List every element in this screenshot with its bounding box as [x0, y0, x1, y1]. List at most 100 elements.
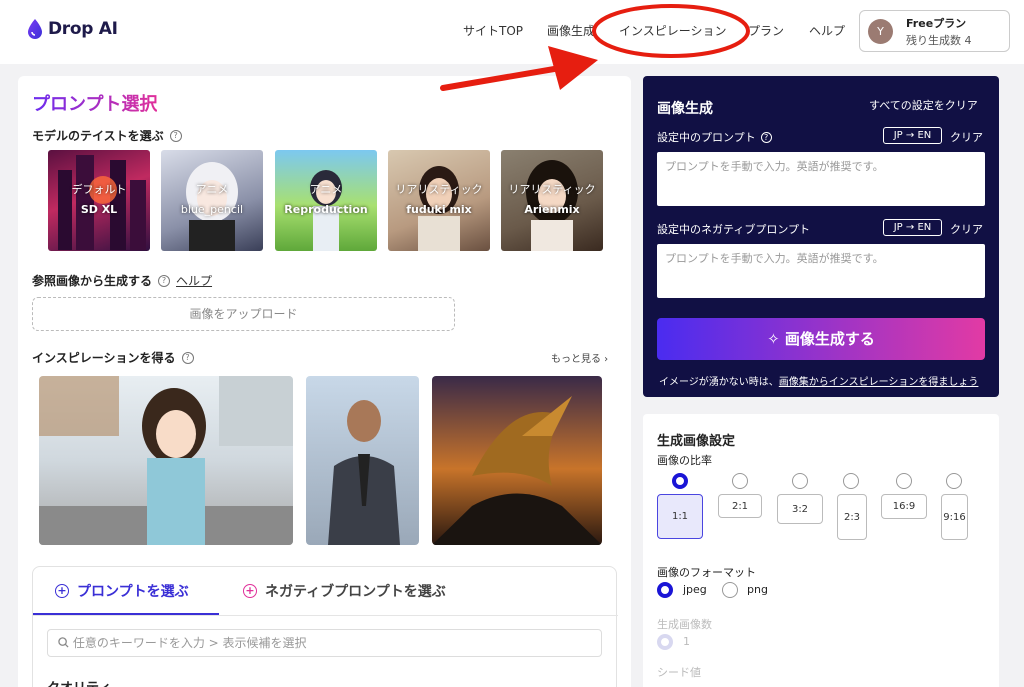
prompt-search-input[interactable]: 任意のキーワードを入力 > 表示候補を選択	[47, 629, 602, 657]
inspiration-image-dragon[interactable]	[432, 376, 602, 545]
nav-inspiration[interactable]: インスピレーション	[619, 22, 727, 39]
tab-select-negative-prompt[interactable]: + ネガティブプロンプトを選ぶ	[243, 581, 446, 601]
generate-title: 画像生成	[657, 101, 713, 117]
image-settings-panel: 生成画像設定 画像の比率 1:1 2:1 3:2 2:3 16:9 9:16 画…	[643, 414, 999, 687]
top-header: Drop AI サイトTOP 画像生成 インスピレーション プラン ヘルプ Y …	[0, 0, 1024, 64]
model-card-fuduki-mix[interactable]: リアリスティック fuduki mix	[388, 150, 490, 251]
active-tab-indicator	[33, 613, 219, 615]
model-category: アニメ	[195, 183, 229, 196]
negative-prompt-textarea[interactable]: プロンプトを手動で入力。英語が推奨です。	[657, 244, 985, 298]
negative-placeholder: プロンプトを手動で入力。英語が推奨です。	[665, 252, 884, 265]
ratio-option-9-16[interactable]: 9:16	[941, 494, 968, 540]
plus-circle-icon: +	[55, 584, 69, 598]
kitchen-scene-icon	[39, 376, 293, 545]
inspiration-image-businessman[interactable]	[306, 376, 419, 545]
format-radio-jpeg[interactable]	[657, 582, 673, 598]
ratio-option-16-9[interactable]: 16:9	[881, 494, 927, 519]
tab-select-prompt[interactable]: + プロンプトを選ぶ	[55, 581, 189, 601]
inspiration-image-kitchen[interactable]	[39, 376, 293, 545]
image-count-radio[interactable]	[657, 634, 673, 650]
nav-help[interactable]: ヘルプ	[809, 22, 845, 39]
dragon-scene-icon	[432, 396, 602, 545]
format-jpeg-label[interactable]: jpeg	[683, 583, 707, 596]
remaining-count: 残り生成数 4	[906, 34, 972, 47]
generate-image-button[interactable]: ✧ 画像生成する	[657, 318, 985, 360]
model-category: デフォルト	[71, 183, 127, 196]
drop-logo-icon	[28, 19, 42, 39]
tab-label: プロンプトを選ぶ	[77, 584, 189, 600]
nav-plan[interactable]: プラン	[748, 22, 784, 39]
help-icon[interactable]: ?	[158, 274, 171, 287]
reference-section-label: 参照画像から生成する	[32, 274, 153, 288]
format-label: 画像のフォーマット	[657, 566, 756, 579]
model-name: Reproduction	[284, 203, 368, 216]
drop-ai-logo[interactable]: Drop AI	[26, 18, 118, 40]
ratio-radio-16-9[interactable]	[896, 473, 912, 489]
settings-title: 生成画像設定	[657, 434, 736, 449]
model-category: リアリスティック	[508, 183, 596, 196]
translate-prompt-button[interactable]: JP → EN	[883, 127, 942, 144]
negative-label-text: 設定中のネガティブプロンプト	[657, 223, 811, 236]
help-link[interactable]: ヘルプ	[176, 272, 212, 289]
ratio-radio-9-16[interactable]	[946, 473, 962, 489]
model-name: SD XL	[80, 203, 118, 216]
gallery-inspiration-link[interactable]: 画像集からインスピレーションを得ましょう	[779, 377, 979, 388]
plus-circle-icon: +	[243, 584, 257, 598]
ratio-option-1-1[interactable]: 1:1	[657, 494, 703, 539]
ratio-radio-3-2[interactable]	[792, 473, 808, 489]
account-plan-box[interactable]: Y Freeプラン 残り生成数 4	[859, 10, 1010, 52]
model-card-arienmix[interactable]: リアリスティック Arienmix	[501, 150, 603, 251]
prompt-label-text: 設定中のプロンプト	[657, 131, 756, 144]
model-card-sd-xl[interactable]: デフォルト SD XL	[48, 150, 150, 251]
prompt-label: 設定中のプロンプト ?	[657, 129, 772, 145]
search-placeholder: 任意のキーワードを入力 > 表示候補を選択	[72, 636, 307, 650]
clear-negative-button[interactable]: クリア	[950, 221, 983, 237]
ratio-radio-1-1[interactable]	[672, 473, 688, 489]
model-name: fuduki mix	[406, 203, 472, 216]
ratio-radio-2-3[interactable]	[843, 473, 859, 489]
tab-divider	[33, 615, 618, 616]
ratio-option-3-2[interactable]: 3:2	[777, 494, 823, 524]
model-category: アニメ	[309, 183, 343, 196]
see-more-link[interactable]: もっと見る ›	[551, 350, 608, 365]
help-icon[interactable]: ?	[760, 131, 772, 143]
ratio-label: 画像の比率	[657, 454, 712, 467]
nav-site-top[interactable]: サイトTOP	[463, 22, 523, 39]
model-card-blue-pencil[interactable]: アニメ blue_pencil	[161, 150, 263, 251]
ratio-radio-2-1[interactable]	[732, 473, 748, 489]
format-png-label[interactable]: png	[747, 583, 768, 596]
reference-section-title: 参照画像から生成する ? ヘルプ	[32, 272, 212, 289]
model-name: Arienmix	[524, 203, 580, 216]
model-card-reproduction[interactable]: アニメ Reproduction	[275, 150, 377, 251]
seed-label: シード値	[657, 666, 701, 679]
brand-name: Drop AI	[48, 19, 118, 39]
format-radio-png[interactable]	[722, 582, 738, 598]
upload-image-button[interactable]: 画像をアップロード	[32, 297, 455, 331]
ratio-option-2-1[interactable]: 2:1	[718, 494, 762, 518]
image-generation-panel: 画像生成 すべての設定をクリア 設定中のプロンプト ? JP → EN クリア …	[643, 76, 999, 397]
image-count-label: 生成画像数	[657, 618, 712, 631]
ratio-option-2-3[interactable]: 2:3	[837, 494, 867, 540]
search-icon	[58, 637, 69, 648]
help-icon[interactable]: ?	[169, 129, 182, 142]
prompt-select-panel: プロンプト選択 モデルのテイストを選ぶ ? デフォルト SD XL アニメ bl…	[18, 76, 631, 687]
prompt-placeholder: プロンプトを手動で入力。英語が推奨です。	[665, 160, 884, 173]
plan-name: Freeプラン	[906, 17, 967, 30]
negative-prompt-label: 設定中のネガティブプロンプト	[657, 221, 810, 237]
tab-label: ネガティブプロンプトを選ぶ	[265, 584, 446, 600]
clear-all-settings-button[interactable]: すべての設定をクリア	[869, 97, 978, 113]
page-title: プロンプト選択	[32, 90, 157, 116]
inspiration-section-title: インスピレーションを得る ?	[32, 349, 194, 366]
translate-negative-button[interactable]: JP → EN	[883, 219, 942, 236]
image-count-value: 1	[683, 635, 690, 648]
model-name: blue_pencil	[180, 203, 244, 216]
help-icon[interactable]: ?	[181, 351, 194, 364]
inspiration-section-label: インスピレーションを得る	[32, 351, 176, 365]
model-category: リアリスティック	[395, 183, 483, 196]
nav-image-generation[interactable]: 画像生成	[547, 22, 595, 39]
inspiration-hint: イメージが湧かない時は、画像集からインスピレーションを得ましょう	[659, 373, 978, 388]
clear-prompt-button[interactable]: クリア	[950, 129, 983, 145]
avatar: Y	[868, 19, 893, 44]
quality-category-label: クオリティ	[47, 677, 111, 687]
prompt-textarea[interactable]: プロンプトを手動で入力。英語が推奨です。	[657, 152, 985, 206]
